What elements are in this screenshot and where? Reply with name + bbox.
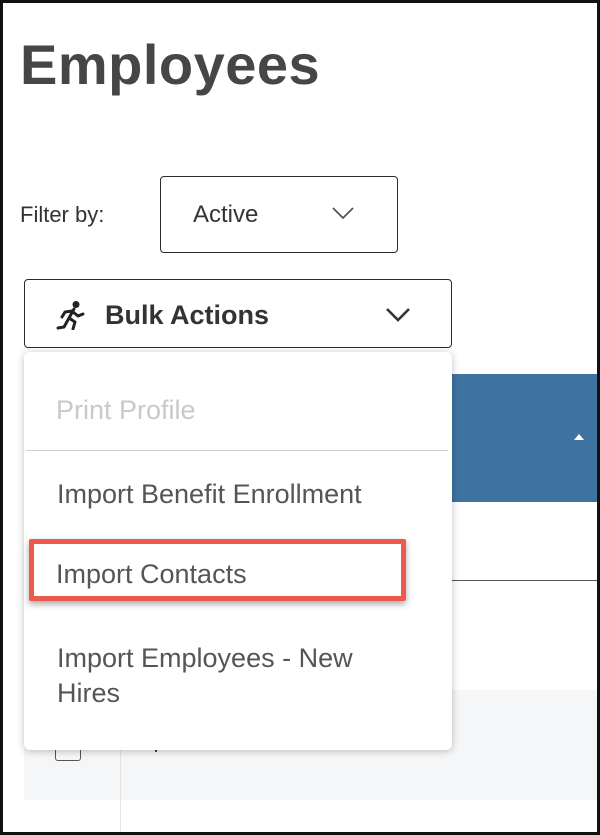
running-person-icon	[56, 301, 85, 330]
menu-item-import-benefit-enrollment[interactable]: Import Benefit Enrollment	[24, 479, 485, 510]
chevron-down-icon	[332, 207, 354, 220]
status-filter-select[interactable]: Active	[160, 176, 398, 253]
sort-ascending-icon[interactable]	[574, 434, 584, 440]
bulk-actions-label: Bulk Actions	[105, 300, 270, 330]
chevron-down-icon	[386, 308, 410, 322]
filter-label: Filter by:	[20, 202, 105, 227]
page-title: Employees	[20, 33, 321, 96]
status-filter-value: Active	[193, 201, 259, 228]
menu-item-label: Import Employees - New Hires	[57, 643, 353, 708]
menu-item-print-profile: Print Profile	[56, 395, 196, 425]
menu-item-import-employees-new-hires[interactable]: Import Employees - New Hires	[24, 641, 423, 711]
bulk-actions-button[interactable]: Bulk Actions	[24, 279, 452, 348]
highlight-box	[29, 539, 406, 601]
menu-divider	[26, 450, 448, 451]
